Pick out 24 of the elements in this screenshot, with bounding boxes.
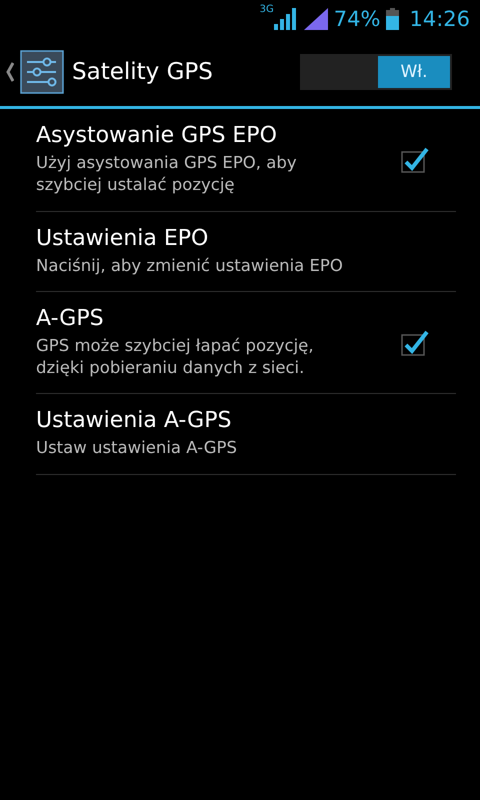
item-title: Asystowanie GPS EPO — [36, 123, 278, 148]
network-type: 3G — [260, 4, 274, 15]
item-title: A-GPS — [36, 306, 105, 331]
clock: 14:26 — [409, 7, 470, 31]
checkbox[interactable] — [400, 328, 430, 357]
signal-icon — [274, 8, 298, 30]
item-title: Ustawienia A-GPS — [36, 408, 232, 434]
item-summary: GPS może szybciej łapać pozycję, dzięki pobieraniu danych z sieci. — [36, 334, 315, 380]
battery-percent: 74% — [334, 7, 380, 31]
settings-item[interactable]: Ustawienia EPO Naciśnij, aby zmienić ustawienia EPO — [36, 212, 456, 292]
settings-item[interactable]: Asystowanie GPS EPO Użyj asystowania GPS EPO, aby szybciej ustalać pozycję — [36, 109, 456, 212]
checkbox[interactable] — [400, 146, 430, 174]
settings-item[interactable]: Ustawienia A-GPS Ustaw ustawienia A-GPS — [36, 394, 456, 475]
item-summary: Ustaw ustawienia A-GPS — [36, 437, 238, 460]
switch-thumb: Wł. — [378, 56, 450, 88]
battery-icon — [386, 8, 400, 30]
back-caret-icon[interactable] — [6, 62, 14, 82]
screen-title: Satelity GPS — [72, 59, 214, 85]
item-summary: Naciśnij, aby zmienić ustawienia EPO — [36, 254, 344, 277]
item-title: Ustawienia EPO — [36, 226, 210, 251]
settings-item[interactable]: A-GPS GPS może szybciej łapać pozycję, dzięki pobieraniu danych z sieci. — [36, 292, 456, 394]
settings-icon — [20, 50, 64, 94]
item-summary: Użyj asystowania GPS EPO, aby szybciej ustalać pozycję — [36, 152, 298, 196]
signal-icon — [304, 8, 328, 30]
